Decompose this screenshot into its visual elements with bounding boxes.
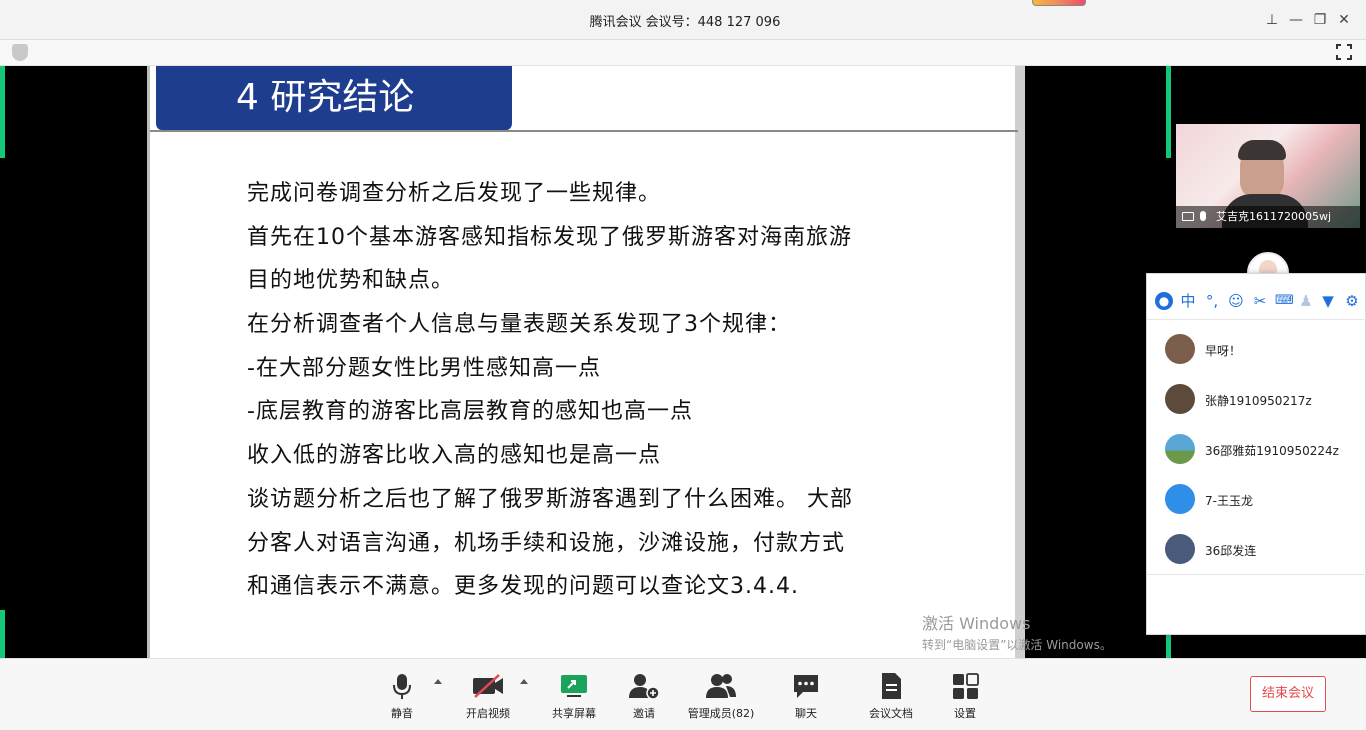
- mute-label: 静音: [391, 707, 413, 720]
- chat-avatar: [1165, 334, 1195, 364]
- invite-label: 邀请: [633, 707, 655, 720]
- slide-line: 分客人对语言沟通，机场手续和设施，沙滩设施，付款方式: [247, 530, 846, 556]
- members-icon: [706, 674, 736, 698]
- user-icon[interactable]: ●: [1155, 292, 1173, 310]
- settings-button[interactable]: 设置: [925, 671, 1005, 721]
- speaker-indicator: [1166, 66, 1171, 158]
- participant-nameplate: 艾吉克1611720005wj: [1176, 206, 1360, 228]
- chat-label: 聊天: [795, 707, 817, 720]
- chat-list-item[interactable]: 36邵雅茹1910950224z: [1165, 434, 1365, 468]
- chat-icon: [794, 675, 818, 698]
- slide-line: -在大部分题女性比男性感知高一点: [247, 355, 601, 381]
- participant-name: 艾吉克1611720005wj: [1216, 210, 1332, 223]
- manage-members-button[interactable]: 管理成员(82): [681, 671, 761, 721]
- chat-avatar: [1165, 484, 1195, 514]
- chat-name: 36邵雅茹1910950224z: [1205, 444, 1339, 458]
- chat-name: 7-王玉龙: [1205, 494, 1253, 508]
- share-screen-label: 共享屏幕: [552, 707, 596, 720]
- shield-icon[interactable]: [12, 44, 28, 61]
- video-off-icon: [473, 674, 503, 698]
- microphone-icon: [1200, 211, 1206, 221]
- slide-line: -底层教育的游客比高层教育的感知也高一点: [247, 399, 693, 425]
- slide-line: 和通信表示不满意。更多发现的问题可以查论文3.4.4.: [247, 574, 799, 600]
- manage-members-label: 管理成员(82): [687, 707, 755, 720]
- slide-title: 4 研究结论: [156, 66, 512, 130]
- meeting-id: 会议号：448 127 096: [645, 15, 781, 30]
- slide-line: 收入低的游客比收入高的感知也是高一点: [247, 443, 662, 469]
- start-video-label: 开启视频: [466, 707, 510, 720]
- slide-line: 谈访题分析之后也了解了俄罗斯游客遇到了什么困难。 大部: [247, 486, 853, 512]
- chat-list-item[interactable]: 36邱发连: [1165, 534, 1365, 568]
- punctuation-icon[interactable]: °,: [1203, 292, 1221, 310]
- scissors-icon[interactable]: ✂: [1251, 292, 1269, 310]
- speaker-indicator: [0, 610, 5, 658]
- speaker-indicator: [0, 66, 5, 158]
- grid-settings-icon: [953, 673, 979, 699]
- popup-toolbar: ● 中 °, ☺ ✂ ⌨ ♟ ▼ ⚙: [1147, 286, 1366, 320]
- document-icon: [882, 673, 901, 699]
- chat-avatar: [1165, 434, 1195, 464]
- network-status-bar: [1032, 0, 1086, 6]
- screen-share-icon: [1182, 212, 1194, 221]
- watermark-subtitle: 转到“电脑设置”以激活 Windows。: [922, 638, 1112, 652]
- fullscreen-icon[interactable]: [1336, 44, 1352, 60]
- windows-activation-watermark: 激活 Windows 转到“电脑设置”以激活 Windows。: [922, 610, 1112, 653]
- invite-button[interactable]: 邀请: [604, 671, 684, 721]
- pin-icon[interactable]: ⊥: [1262, 10, 1282, 30]
- end-meeting-button[interactable]: 结束会议: [1250, 676, 1326, 712]
- slide-line: 在分析调查者个人信息与量表题关系发现了3个规律：: [247, 312, 791, 338]
- close-icon[interactable]: ✕: [1334, 10, 1354, 30]
- meeting-docs-label: 会议文档: [869, 707, 913, 720]
- chat-list-item[interactable]: 张静1910950217z: [1165, 384, 1365, 418]
- popup-divider: [1147, 574, 1366, 575]
- meeting-docs-button[interactable]: 会议文档: [851, 671, 931, 721]
- watermark-title: 激活 Windows: [922, 614, 1031, 633]
- window-title: 腾讯会议 会议号：448 127 096: [0, 11, 1366, 30]
- chinese-input-icon[interactable]: 中: [1179, 292, 1197, 310]
- shirt-icon[interactable]: ▼: [1319, 292, 1337, 310]
- microphone-icon: [393, 674, 411, 699]
- chat-name: 36邱发连: [1205, 544, 1257, 558]
- chat-avatar: [1165, 384, 1195, 414]
- mute-button[interactable]: 静音: [362, 671, 442, 721]
- slide-line: 首先在10个基本游客感知指标发现了俄罗斯游客对海南旅游: [247, 224, 852, 250]
- slide-line: 目的地优势和缺点。: [247, 268, 455, 294]
- chevron-up-icon[interactable]: [434, 679, 442, 684]
- meeting-toolbar: 静音 开启视频 共享屏幕 邀请 管理成员(82) 聊天 会议文档 设置 结束会议: [0, 658, 1366, 730]
- keyboard-icon[interactable]: ⌨: [1275, 292, 1294, 310]
- participant-video-tile[interactable]: 艾吉克1611720005wj: [1176, 124, 1360, 228]
- meeting-info-bar: [0, 40, 1366, 66]
- chat-list-item[interactable]: 早呀！: [1165, 334, 1365, 368]
- title-bar: 腾讯会议 会议号：448 127 096 ⊥ — ❐ ✕: [0, 0, 1366, 40]
- slide-body: 完成问卷调查分析之后发现了一些规律。 首先在10个基本游客感知指标发现了俄罗斯游…: [247, 172, 947, 609]
- chat-button[interactable]: 聊天: [766, 671, 846, 721]
- share-screen-icon: [561, 675, 587, 697]
- chat-avatar: [1165, 534, 1195, 564]
- settings-icon[interactable]: ⚙: [1343, 292, 1361, 310]
- add-user-icon: [629, 674, 660, 700]
- input-method-popup: ● 中 °, ☺ ✂ ⌨ ♟ ▼ ⚙ 早呀！ 张静1910950217z 36邵…: [1146, 273, 1366, 635]
- chevron-up-icon[interactable]: [520, 679, 528, 684]
- settings-label: 设置: [954, 707, 976, 720]
- slide-divider: [150, 130, 1018, 132]
- share-screen-button[interactable]: 共享屏幕: [534, 671, 614, 721]
- participant-hair: [1238, 140, 1286, 160]
- emoji-icon[interactable]: ☺: [1227, 292, 1245, 310]
- restore-icon[interactable]: ❐: [1310, 10, 1330, 30]
- start-video-button[interactable]: 开启视频: [448, 671, 528, 721]
- minimize-icon[interactable]: —: [1286, 10, 1306, 30]
- person-icon[interactable]: ♟: [1297, 292, 1315, 310]
- chat-name: 早呀！: [1205, 344, 1242, 358]
- shared-slide: 4 研究结论 完成问卷调查分析之后发现了一些规律。 首先在10个基本游客感知指标…: [147, 66, 1025, 658]
- chat-list-item[interactable]: 7-王玉龙: [1165, 484, 1365, 518]
- chat-name: 张静1910950217z: [1205, 394, 1312, 408]
- slide-line: 完成问卷调查分析之后发现了一些规律。: [247, 181, 662, 206]
- app-name: 腾讯会议: [589, 15, 642, 30]
